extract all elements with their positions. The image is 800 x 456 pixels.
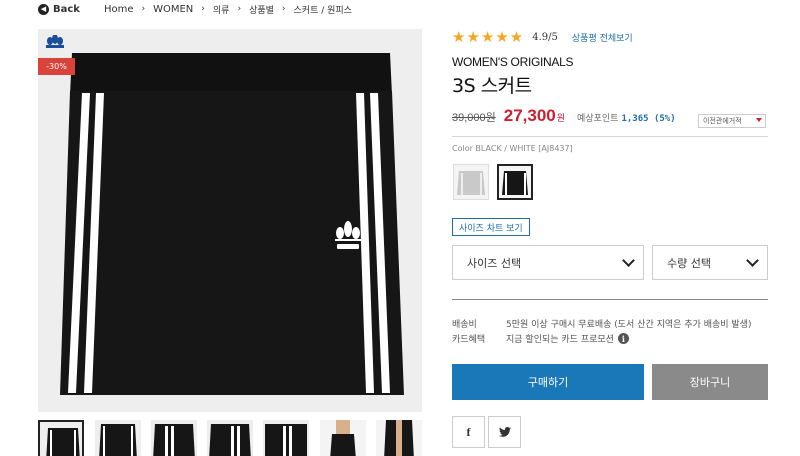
size-select-label: 사이즈 선택 xyxy=(467,256,522,270)
breadcrumb-women[interactable]: WOMEN xyxy=(153,4,193,15)
thumbnail-5[interactable] xyxy=(263,420,309,456)
shipping-info-row: 배송비 5만원 이상 구매시 무료배송 (도서 산간 지역은 추가 배송비 발생… xyxy=(452,317,752,330)
back-arrow-icon: ◀ xyxy=(38,3,49,15)
star-rating-icon: ★★★★★ xyxy=(452,28,525,46)
divider xyxy=(452,136,768,137)
facebook-icon: f xyxy=(466,424,471,439)
color-swatch-grey[interactable] xyxy=(453,164,489,200)
color-swatch-black[interactable] xyxy=(497,164,533,200)
card-benefit-value: 지금 할인되는 카드 프로모션 xyxy=(506,335,614,345)
all-reviews-link[interactable]: 상품평 전체보기 xyxy=(572,31,633,44)
size-select[interactable]: 사이즈 선택 xyxy=(452,245,644,280)
rating-row: ★★★★★ 4.9/5 상품평 전체보기 xyxy=(452,28,633,46)
breadcrumb-clothing[interactable]: 의류 xyxy=(213,3,230,16)
add-to-cart-button[interactable]: 장바구니 xyxy=(652,364,768,400)
back-label: Back xyxy=(53,3,80,15)
thumbnail-7[interactable] xyxy=(376,420,422,456)
rating-score: 4.9/5 xyxy=(532,31,558,43)
thumbnail-6[interactable] xyxy=(320,420,366,456)
breadcrumb: ◀ Back Home › WOMEN › 의류 › 상품별 › 스커트 / 원… xyxy=(38,0,352,18)
thumbnail-1[interactable] xyxy=(38,420,84,456)
breadcrumb-chevron-icon: › xyxy=(141,4,146,14)
breadcrumb-home[interactable]: Home xyxy=(104,4,134,15)
breadcrumb-by-product[interactable]: 상품별 xyxy=(249,3,274,16)
thumbnail-2[interactable] xyxy=(95,420,141,456)
shipping-value: 5만원 이상 구매시 무료배송 (도서 산간 지역은 추가 배송비 발생) xyxy=(506,320,752,330)
currency-label: 원 xyxy=(556,114,566,124)
price-row: 39,000원 27,300 원 예상포인트 1,365 (5%) xyxy=(452,106,676,126)
skirt-image xyxy=(38,29,422,412)
main-product-image[interactable]: -30% xyxy=(38,29,422,412)
size-chart-button[interactable]: 사이즈 차트 보기 xyxy=(452,218,530,236)
back-button[interactable]: ◀ Back xyxy=(38,3,80,15)
thumbnail-4[interactable] xyxy=(207,420,253,456)
buy-button[interactable]: 구매하기 xyxy=(452,364,644,400)
product-category: WOMEN'S ORIGINALS xyxy=(452,55,574,69)
chevron-down-icon xyxy=(746,254,759,267)
adidas-logo-icon xyxy=(46,35,64,48)
sale-price: 27,300 xyxy=(503,106,556,125)
quantity-select[interactable]: 수량 선택 xyxy=(652,245,768,280)
breadcrumb-skirts-dresses[interactable]: 스커트 / 원피스 xyxy=(294,3,352,16)
breadcrumb-chevron-icon: › xyxy=(237,4,242,14)
product-title: 3S 스커트 xyxy=(452,75,532,97)
twitter-share-button[interactable] xyxy=(488,416,521,448)
original-price: 39,000원 xyxy=(452,112,496,124)
thumbnail-strip xyxy=(38,420,422,456)
shipping-label: 배송비 xyxy=(452,320,477,330)
breadcrumb-chevron-icon: › xyxy=(281,4,286,14)
card-select-value: 이전관에거적 xyxy=(703,117,742,125)
discount-badge: -30% xyxy=(38,58,75,75)
points-label: 예상포인트 xyxy=(577,114,619,124)
divider xyxy=(452,299,768,300)
card-benefit-row: 카드혜택 지금 할인되는 카드 프로모션 i xyxy=(452,332,629,345)
points-value: 1,365 (5%) xyxy=(621,114,676,124)
thumbnail-3[interactable] xyxy=(151,420,197,456)
facebook-share-button[interactable]: f xyxy=(452,416,485,448)
twitter-icon xyxy=(498,427,511,437)
caret-down-icon xyxy=(756,118,762,122)
color-info: Color BLACK / WHITE [AJ8437] xyxy=(452,144,573,153)
quantity-select-label: 수량 선택 xyxy=(667,256,711,270)
card-benefit-select[interactable]: 이전관에거적 xyxy=(698,114,766,128)
chevron-down-icon xyxy=(622,254,635,267)
card-benefit-label: 카드혜택 xyxy=(452,335,486,345)
info-icon[interactable]: i xyxy=(617,333,629,344)
breadcrumb-chevron-icon: › xyxy=(201,4,205,14)
